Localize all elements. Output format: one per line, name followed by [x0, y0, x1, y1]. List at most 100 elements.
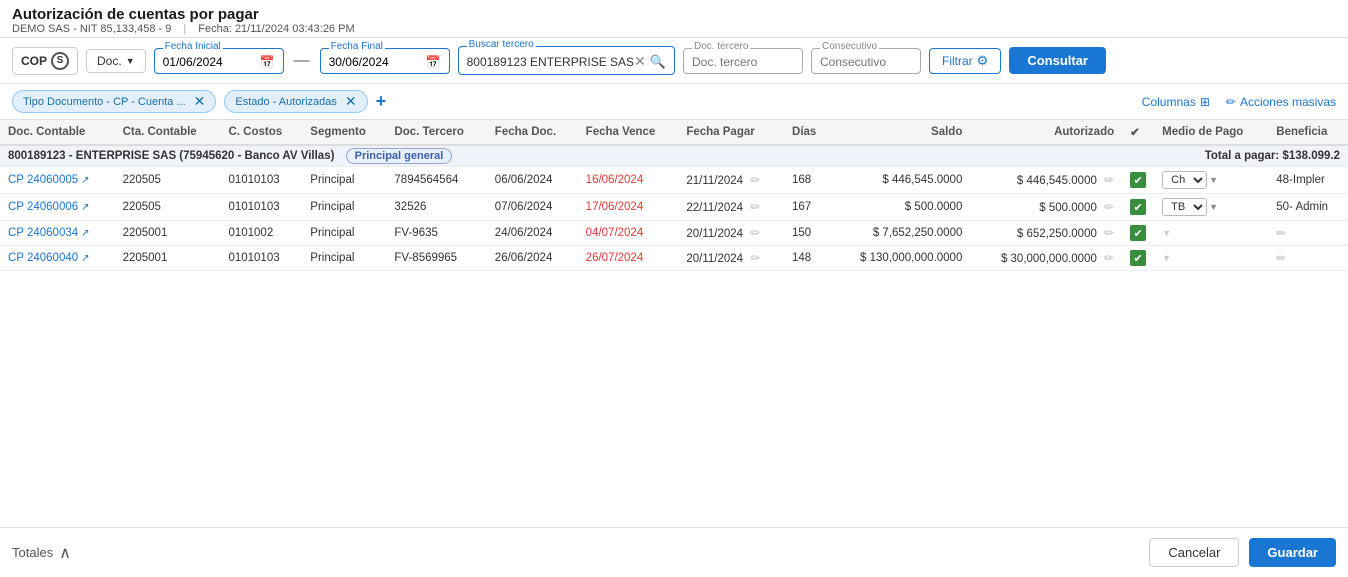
col-fecha-vence: Fecha Vence	[578, 120, 679, 145]
guardar-button[interactable]: Guardar	[1249, 538, 1336, 567]
medio-pago-chevron-icon: ▼	[1162, 253, 1171, 263]
cell-fecha-doc: 06/06/2024	[487, 167, 578, 194]
toolbar: COP S Doc. ▼ Fecha Inicial 📅 — Fecha Fin…	[0, 38, 1348, 84]
totales-chevron-icon: ∧	[59, 543, 71, 563]
autorizado-edit-icon[interactable]: ✏	[1104, 200, 1114, 214]
fecha-final-field[interactable]: Fecha Final 📅	[320, 48, 450, 74]
doc-chevron-icon: ▼	[126, 56, 135, 66]
consultar-button[interactable]: Consultar	[1009, 47, 1106, 74]
checkbox-checked[interactable]: ✔	[1130, 250, 1146, 266]
cell-doc-contable: CP 24060006 ↗	[0, 194, 115, 221]
add-filter-button[interactable]: +	[376, 91, 387, 112]
checkbox-checked[interactable]: ✔	[1130, 199, 1146, 215]
fecha-inicial-input[interactable]	[163, 55, 253, 69]
cell-autorizado: $ 446,545.0000 ✏	[970, 167, 1122, 194]
medio-pago-chevron-icon: ▼	[1209, 202, 1218, 212]
doc-contable-link[interactable]: CP 24060040 ↗	[8, 252, 107, 264]
cell-c-costos: 0101002	[220, 221, 302, 246]
cell-medio-pago: ▼	[1154, 221, 1268, 246]
fecha-pagar-edit-icon[interactable]: ✏	[750, 251, 760, 265]
filters-bar: Tipo Documento - CP - Cuenta ... ✕ Estad…	[0, 84, 1348, 120]
doc-tercero-field[interactable]: Doc. tercero	[683, 48, 803, 74]
cell-doc-tercero: FV-8569965	[386, 246, 486, 271]
cell-check[interactable]: ✔	[1122, 246, 1154, 271]
cell-cta-contable: 2205001	[115, 221, 221, 246]
columnas-button[interactable]: Columnas ⊞	[1142, 95, 1210, 109]
cell-fecha-vence: 17/06/2024	[578, 194, 679, 221]
cell-beneficia: 48-Impler	[1268, 167, 1348, 194]
filtrar-button[interactable]: Filtrar ⚙	[929, 48, 1001, 74]
autorizado-edit-icon[interactable]: ✏	[1104, 173, 1114, 187]
totales-button[interactable]: Totales ∧	[12, 543, 71, 563]
autorizado-edit-icon[interactable]: ✏	[1104, 251, 1114, 265]
medio-pago-cell: ▼	[1162, 253, 1260, 263]
remove-tipo-doc-filter[interactable]: ✕	[194, 93, 206, 110]
cell-medio-pago: Ch ▼	[1154, 167, 1268, 194]
fecha-pagar-edit-icon[interactable]: ✏	[750, 200, 760, 214]
doc-contable-link[interactable]: CP 24060034 ↗	[8, 227, 107, 239]
consecutivo-label: Consecutivo	[820, 41, 879, 52]
checkbox-checked[interactable]: ✔	[1130, 172, 1146, 188]
cell-segmento: Principal	[302, 246, 386, 271]
buscar-tercero-field[interactable]: Buscar tercero 800189123 ENTERPRISE SAS …	[458, 46, 675, 75]
doc-contable-link[interactable]: CP 24060005 ↗	[8, 174, 107, 186]
cell-check[interactable]: ✔	[1122, 194, 1154, 221]
fecha-final-label: Fecha Final	[329, 41, 385, 52]
group-total: Total a pagar: $138.099.2	[831, 145, 1348, 167]
doc-button[interactable]: Doc. ▼	[86, 49, 146, 73]
medio-pago-select[interactable]: Ch	[1162, 171, 1207, 189]
fecha-pagar-edit-icon[interactable]: ✏	[750, 173, 760, 187]
edit-acciones-icon: ✏	[1226, 95, 1236, 109]
acciones-masivas-button[interactable]: ✏ Acciones masivas	[1226, 95, 1336, 109]
medio-pago-select[interactable]: TB	[1162, 198, 1207, 216]
currency-button[interactable]: COP S	[12, 47, 78, 75]
filter-tag-tipo-doc: Tipo Documento - CP - Cuenta ... ✕	[12, 90, 216, 113]
beneficia-edit-icon[interactable]: ✏	[1276, 228, 1286, 240]
acciones-label: Acciones masivas	[1240, 95, 1336, 109]
remove-estado-filter[interactable]: ✕	[345, 93, 357, 110]
table-row: CP 24060040 ↗ 2205001 01010103 Principal…	[0, 246, 1348, 271]
col-check: ✔	[1122, 120, 1154, 145]
cell-cta-contable: 220505	[115, 194, 221, 221]
cell-dias: 148	[784, 246, 831, 271]
table-row: CP 24060005 ↗ 220505 01010103 Principal …	[0, 167, 1348, 194]
fecha-inicial-field[interactable]: Fecha Inicial 📅	[154, 48, 284, 74]
cell-check[interactable]: ✔	[1122, 167, 1154, 194]
cell-doc-contable: CP 24060005 ↗	[0, 167, 115, 194]
autorizado-edit-icon[interactable]: ✏	[1104, 226, 1114, 240]
cell-beneficia: 50- Admin	[1268, 194, 1348, 221]
cancel-button[interactable]: Cancelar	[1149, 538, 1239, 567]
cell-doc-tercero: FV-9635	[386, 221, 486, 246]
table-header-row: Doc. Contable Cta. Contable C. Costos Se…	[0, 120, 1348, 145]
consecutivo-field[interactable]: Consecutivo	[811, 48, 921, 74]
search-tercero-icon[interactable]: 🔍	[650, 54, 666, 70]
medio-pago-cell: TB ▼	[1162, 198, 1260, 216]
filter-tag-estado: Estado - Autorizadas ✕	[224, 90, 367, 113]
cell-autorizado: $ 500.0000 ✏	[970, 194, 1122, 221]
doc-contable-link[interactable]: CP 24060006 ↗	[8, 201, 107, 213]
doc-tercero-input[interactable]	[692, 51, 792, 71]
filtrar-label: Filtrar	[942, 54, 973, 68]
cell-dias: 167	[784, 194, 831, 221]
checkbox-checked[interactable]: ✔	[1130, 225, 1146, 241]
medio-pago-chevron-icon: ▼	[1209, 175, 1218, 185]
cell-segmento: Principal	[302, 167, 386, 194]
cell-medio-pago: TB ▼	[1154, 194, 1268, 221]
beneficia-edit-icon[interactable]: ✏	[1276, 253, 1286, 265]
col-doc-tercero: Doc. Tercero	[386, 120, 486, 145]
cell-fecha-doc: 07/06/2024	[487, 194, 578, 221]
external-link-icon: ↗	[81, 202, 89, 213]
cell-saldo: $ 7,652,250.0000	[831, 221, 970, 246]
consecutivo-input[interactable]	[820, 51, 910, 71]
cell-check[interactable]: ✔	[1122, 221, 1154, 246]
cell-segmento: Principal	[302, 221, 386, 246]
main-table: Doc. Contable Cta. Contable C. Costos Se…	[0, 120, 1348, 271]
filter-tag-tipo-doc-label: Tipo Documento - CP - Cuenta ...	[23, 96, 186, 108]
cell-saldo: $ 500.0000	[831, 194, 970, 221]
doc-label: Doc.	[97, 54, 122, 68]
col-dias: Días	[784, 120, 831, 145]
fecha-pagar-edit-icon[interactable]: ✏	[750, 226, 760, 240]
fecha-final-input[interactable]	[329, 55, 419, 69]
clear-tercero-icon[interactable]: ✕	[634, 53, 646, 70]
cell-c-costos: 01010103	[220, 246, 302, 271]
